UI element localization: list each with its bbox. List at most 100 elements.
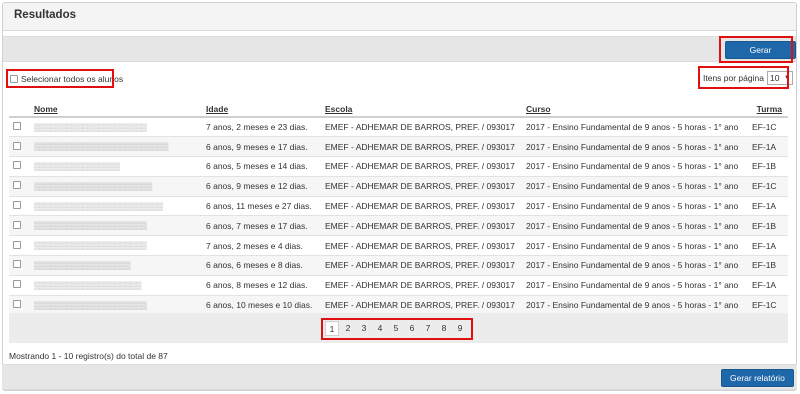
row-checkbox[interactable] — [13, 161, 21, 170]
highlight-items-per-page — [698, 66, 789, 89]
header-checkbox-col — [9, 101, 31, 118]
cell-curso: 2017 - Ensino Fundamental de 9 anos - 5 … — [523, 136, 749, 158]
cell-idade: 6 anos, 5 meses e 14 dias. — [203, 156, 322, 177]
row-checkbox-cell — [9, 117, 31, 138]
cell-idade: 6 anos, 9 meses e 17 dias. — [203, 136, 322, 158]
cell-turma: EF-1C — [749, 117, 788, 138]
table-body: ▒▒▒▒▒▒▒▒▒▒▒▒▒▒▒▒▒▒▒▒▒ 7 anos, 2 meses e 2… — [9, 117, 788, 316]
highlight-select-all — [6, 69, 114, 88]
cell-curso: 2017 - Ensino Fundamental de 9 anos - 5 … — [523, 196, 749, 217]
cell-escola: EMEF - ADHEMAR DE BARROS, PREF. / 093017 — [322, 156, 523, 177]
header-curso[interactable]: Curso — [523, 101, 749, 118]
students-table: Nome Idade Escola Curso Turma ▒▒▒▒▒▒▒▒▒▒… — [9, 101, 788, 316]
row-checkbox[interactable] — [13, 240, 21, 249]
cell-turma: EF-1C — [749, 176, 788, 197]
row-checkbox[interactable] — [13, 181, 21, 190]
panel-title: Resultados — [3, 3, 796, 31]
cell-escola: EMEF - ADHEMAR DE BARROS, PREF. / 093017 — [322, 275, 523, 296]
cell-escola: EMEF - ADHEMAR DE BARROS, PREF. / 093017 — [322, 235, 523, 257]
cell-curso: 2017 - Ensino Fundamental de 9 anos - 5 … — [523, 156, 749, 177]
header-turma[interactable]: Turma — [749, 101, 788, 118]
sort-escola-link[interactable]: Escola — [325, 104, 352, 114]
table-row: ▒▒▒▒▒▒▒▒▒▒▒▒▒▒▒▒▒▒▒▒▒ 7 anos, 2 meses e 2… — [9, 117, 788, 138]
cell-curso: 2017 - Ensino Fundamental de 9 anos - 5 … — [523, 295, 749, 316]
highlight-generate-report-top — [719, 36, 793, 63]
cell-turma: EF-1A — [749, 275, 788, 296]
cell-escola: EMEF - ADHEMAR DE BARROS, PREF. / 093017 — [322, 136, 523, 158]
table-row: ▒▒▒▒▒▒▒▒▒▒▒▒▒▒▒▒▒▒▒▒▒ 6 anos, 10 meses e … — [9, 295, 788, 316]
cell-nome: ▒▒▒▒▒▒▒▒▒▒▒▒▒▒▒▒▒▒▒▒▒▒▒▒ — [31, 196, 203, 217]
cell-turma: EF-1A — [749, 136, 788, 158]
row-checkbox[interactable] — [13, 201, 21, 210]
cell-nome: ▒▒▒▒▒▒▒▒▒▒▒▒▒▒▒▒▒▒▒▒▒ — [31, 295, 203, 316]
records-summary: Mostrando 1 - 10 registro(s) do total de… — [9, 351, 168, 361]
row-checkbox[interactable] — [13, 141, 21, 150]
table-header-row: Nome Idade Escola Curso Turma — [9, 101, 788, 118]
row-checkbox-cell — [9, 295, 31, 316]
row-checkbox[interactable] — [13, 260, 21, 269]
row-checkbox[interactable] — [13, 122, 21, 131]
generate-report-button-bottom[interactable]: Gerar relatório — [721, 369, 794, 387]
row-checkbox-cell — [9, 235, 31, 257]
table-row: ▒▒▒▒▒▒▒▒▒▒▒▒▒▒▒▒▒▒▒▒▒ 6 anos, 7 meses e 1… — [9, 215, 788, 237]
bottom-toolbar: Gerar relatório — [2, 364, 797, 390]
header-escola[interactable]: Escola — [322, 101, 523, 118]
cell-idade: 6 anos, 11 meses e 27 dias. — [203, 196, 322, 217]
header-idade[interactable]: Idade — [203, 101, 322, 118]
cell-nome: ▒▒▒▒▒▒▒▒▒▒▒▒▒▒▒▒▒▒▒▒ — [31, 275, 203, 296]
cell-idade: 6 anos, 10 meses e 10 dias. — [203, 295, 322, 316]
table-row: ▒▒▒▒▒▒▒▒▒▒▒▒▒▒▒▒▒▒▒▒▒▒▒▒ 6 anos, 11 meses… — [9, 196, 788, 217]
cell-idade: 6 anos, 7 meses e 17 dias. — [203, 215, 322, 237]
cell-nome: ▒▒▒▒▒▒▒▒▒▒▒▒▒▒▒▒▒▒▒▒▒ — [31, 235, 203, 257]
row-checkbox-cell — [9, 255, 31, 276]
cell-nome: ▒▒▒▒▒▒▒▒▒▒▒▒▒▒▒▒▒▒▒▒▒ — [31, 117, 203, 138]
cell-curso: 2017 - Ensino Fundamental de 9 anos - 5 … — [523, 117, 749, 138]
cell-turma: EF-1B — [749, 255, 788, 276]
cell-nome: ▒▒▒▒▒▒▒▒▒▒▒▒▒▒▒▒▒▒ — [31, 255, 203, 276]
row-checkbox-cell — [9, 215, 31, 237]
cell-curso: 2017 - Ensino Fundamental de 9 anos - 5 … — [523, 255, 749, 276]
cell-nome: ▒▒▒▒▒▒▒▒▒▒▒▒▒▒▒▒ — [31, 156, 203, 177]
cell-turma: EF-1B — [749, 156, 788, 177]
sort-turma-link[interactable]: Turma — [757, 104, 782, 114]
cell-escola: EMEF - ADHEMAR DE BARROS, PREF. / 093017 — [322, 196, 523, 217]
table-row: ▒▒▒▒▒▒▒▒▒▒▒▒▒▒▒▒▒▒ 6 anos, 6 meses e 8 di… — [9, 255, 788, 276]
row-checkbox[interactable] — [13, 220, 21, 229]
row-checkbox[interactable] — [13, 300, 21, 309]
table-row: ▒▒▒▒▒▒▒▒▒▒▒▒▒▒▒▒▒▒▒▒▒ 7 anos, 2 meses e 4… — [9, 235, 788, 257]
cell-nome: ▒▒▒▒▒▒▒▒▒▒▒▒▒▒▒▒▒▒▒▒▒▒▒▒▒ — [31, 136, 203, 158]
cell-nome: ▒▒▒▒▒▒▒▒▒▒▒▒▒▒▒▒▒▒▒▒▒▒ — [31, 176, 203, 197]
cell-idade: 6 anos, 9 meses e 12 dias. — [203, 176, 322, 197]
header-nome[interactable]: Nome — [31, 101, 203, 118]
row-checkbox-cell — [9, 136, 31, 158]
cell-escola: EMEF - ADHEMAR DE BARROS, PREF. / 093017 — [322, 215, 523, 237]
cell-curso: 2017 - Ensino Fundamental de 9 anos - 5 … — [523, 235, 749, 257]
cell-idade: 6 anos, 6 meses e 8 dias. — [203, 255, 322, 276]
highlight-pagination — [321, 318, 473, 340]
cell-escola: EMEF - ADHEMAR DE BARROS, PREF. / 093017 — [322, 295, 523, 316]
cell-idade: 7 anos, 2 meses e 23 dias. — [203, 117, 322, 138]
cell-nome: ▒▒▒▒▒▒▒▒▒▒▒▒▒▒▒▒▒▒▒▒▒ — [31, 215, 203, 237]
table-row: ▒▒▒▒▒▒▒▒▒▒▒▒▒▒▒▒▒▒▒▒▒▒▒▒▒ 6 anos, 9 meses… — [9, 136, 788, 158]
sort-curso-link[interactable]: Curso — [526, 104, 551, 114]
table-row: ▒▒▒▒▒▒▒▒▒▒▒▒▒▒▒▒▒▒▒▒ 6 anos, 8 meses e 12… — [9, 275, 788, 296]
row-checkbox-cell — [9, 176, 31, 197]
row-checkbox-cell — [9, 196, 31, 217]
top-toolbar: Gerar relatório — [3, 36, 796, 71]
table-row: ▒▒▒▒▒▒▒▒▒▒▒▒▒▒▒▒ 6 anos, 5 meses e 14 dia… — [9, 156, 788, 177]
cell-escola: EMEF - ADHEMAR DE BARROS, PREF. / 093017 — [322, 255, 523, 276]
cell-escola: EMEF - ADHEMAR DE BARROS, PREF. / 093017 — [322, 117, 523, 138]
sort-nome-link[interactable]: Nome — [34, 104, 58, 114]
cell-curso: 2017 - Ensino Fundamental de 9 anos - 5 … — [523, 215, 749, 237]
cell-curso: 2017 - Ensino Fundamental de 9 anos - 5 … — [523, 275, 749, 296]
table-row: ▒▒▒▒▒▒▒▒▒▒▒▒▒▒▒▒▒▒▒▒▒▒ 6 anos, 9 meses e … — [9, 176, 788, 197]
cell-idade: 6 anos, 8 meses e 12 dias. — [203, 275, 322, 296]
cell-curso: 2017 - Ensino Fundamental de 9 anos - 5 … — [523, 176, 749, 197]
cell-turma: EF-1B — [749, 215, 788, 237]
row-checkbox-cell — [9, 275, 31, 296]
row-checkbox[interactable] — [13, 280, 21, 289]
cell-idade: 7 anos, 2 meses e 4 dias. — [203, 235, 322, 257]
cell-escola: EMEF - ADHEMAR DE BARROS, PREF. / 093017 — [322, 176, 523, 197]
row-checkbox-cell — [9, 156, 31, 177]
sort-idade-link[interactable]: Idade — [206, 104, 228, 114]
